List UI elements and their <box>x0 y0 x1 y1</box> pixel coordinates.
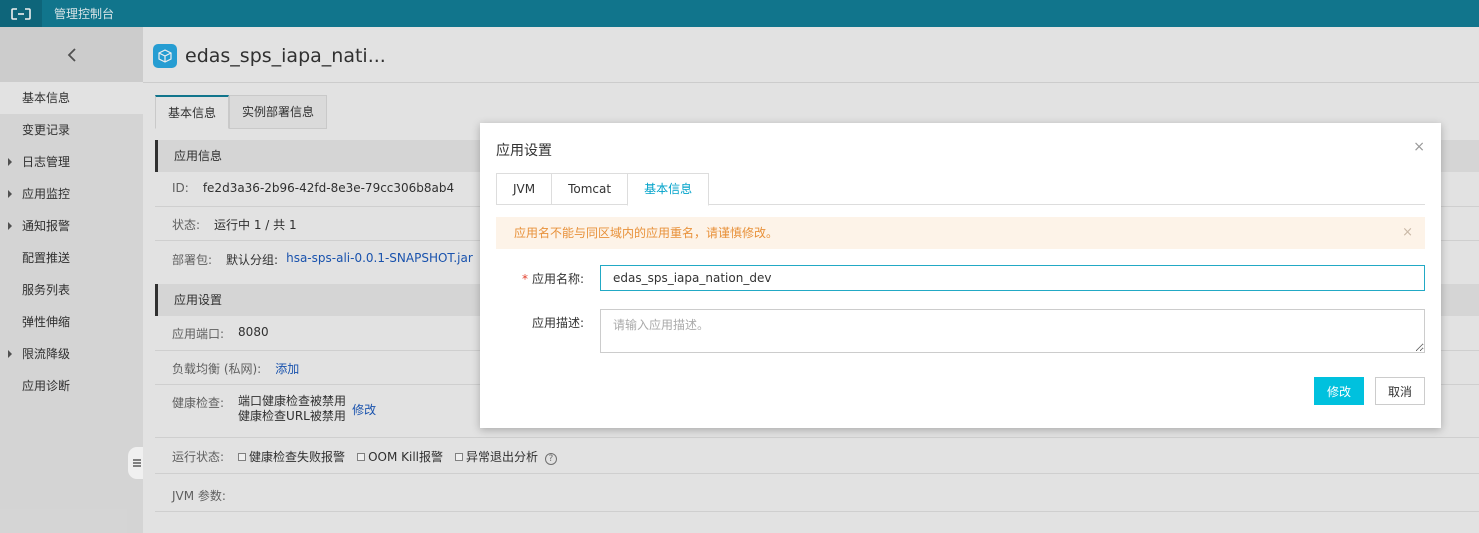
close-icon[interactable]: × <box>1413 140 1425 154</box>
tab-tomcat[interactable]: Tomcat <box>551 173 628 205</box>
app-name-label: * 应用名称: <box>521 272 584 286</box>
dialog-title: 应用设置 <box>496 143 552 159</box>
cancel-button[interactable]: 取消 <box>1375 377 1425 405</box>
tab-dialog-basic-info[interactable]: 基本信息 <box>627 173 710 206</box>
warning-alert: 应用名不能与同区域内的应用重名，请谨慎修改。 × <box>496 217 1425 249</box>
app-desc-label: 应用描述: <box>531 316 584 330</box>
app-name-input[interactable] <box>600 265 1425 291</box>
close-icon[interactable]: × <box>1402 217 1413 249</box>
dialog-tabs: JVM Tomcat 基本信息 <box>496 173 1425 206</box>
tab-jvm[interactable]: JVM <box>496 173 552 205</box>
required-mark: * <box>521 272 528 286</box>
submit-button[interactable]: 修改 <box>1314 377 1364 405</box>
app-desc-textarea[interactable] <box>600 309 1425 353</box>
app-settings-dialog: 应用设置 × JVM Tomcat 基本信息 应用名不能与同区域内的应用重名，请… <box>480 123 1441 428</box>
alert-text: 应用名不能与同区域内的应用重名，请谨慎修改。 <box>514 226 779 240</box>
